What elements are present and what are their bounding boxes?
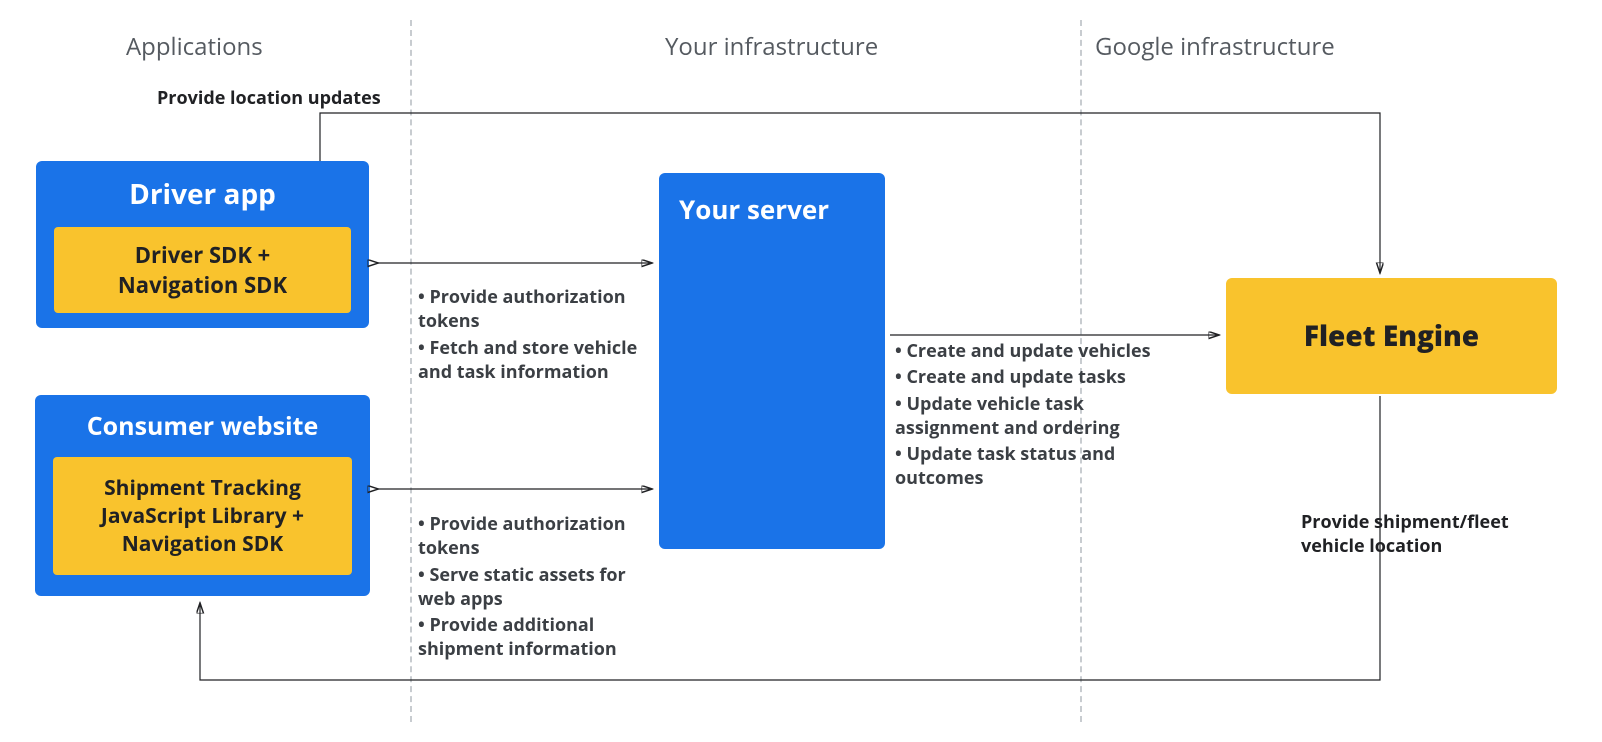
- anno-driver-0: • Provide authorization tokens: [418, 285, 654, 334]
- anno-consumer-1: • Serve static assets for web apps: [418, 563, 654, 612]
- consumer-website-node: Consumer website Shipment Tracking JavaS…: [35, 395, 370, 596]
- consumer-sdk-box: Shipment Tracking JavaScript Library + N…: [53, 457, 352, 575]
- consumer-website-title: Consumer website: [35, 409, 370, 443]
- annotation-consumer-server: • Provide authorization tokens • Serve s…: [418, 510, 654, 664]
- anno-consumer-0: • Provide authorization tokens: [418, 512, 654, 561]
- edge-label-location-updates: Provide location updates: [157, 86, 381, 110]
- anno-consumer-2: • Provide additional shipment informatio…: [418, 613, 654, 662]
- anno-fleet-2: • Update vehicle task assignment and ord…: [895, 392, 1155, 441]
- section-your-infra-label: Your infrastructure: [665, 30, 878, 63]
- section-google-infra-label: Google infrastructure: [1095, 30, 1335, 63]
- your-server-node: Your server: [659, 173, 885, 549]
- anno-fleet-0: • Create and update vehicles: [895, 339, 1155, 363]
- fleet-engine-node: Fleet Engine: [1226, 278, 1557, 394]
- divider-1: [410, 20, 412, 722]
- driver-app-node: Driver app Driver SDK + Navigation SDK: [36, 161, 369, 328]
- architecture-diagram: Applications Your infrastructure Google …: [0, 0, 1602, 742]
- driver-app-title: Driver app: [36, 175, 369, 213]
- edge-label-shipment-location: Provide shipment/fleet vehicle location: [1301, 510, 1509, 558]
- annotation-driver-server: • Provide authorization tokens • Fetch a…: [418, 283, 654, 386]
- anno-fleet-3: • Update task status and outcomes: [895, 442, 1155, 491]
- anno-driver-1: • Fetch and store vehicle and task infor…: [418, 336, 654, 385]
- annotation-server-fleet: • Create and update vehicles • Create an…: [895, 337, 1155, 493]
- driver-sdk-box: Driver SDK + Navigation SDK: [54, 227, 351, 313]
- section-applications-label: Applications: [126, 30, 263, 63]
- your-server-title: Your server: [679, 191, 885, 227]
- fleet-engine-title: Fleet Engine: [1304, 317, 1479, 355]
- anno-fleet-1: • Create and update tasks: [895, 365, 1155, 389]
